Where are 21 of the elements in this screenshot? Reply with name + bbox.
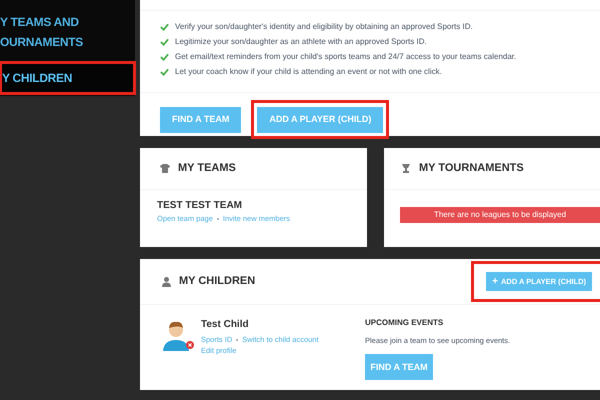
person-icon <box>162 276 171 286</box>
benefit-text: Verify your son/daughter's identity and eligibility by obtaining an approved Sports ID. <box>175 21 473 34</box>
avatar-icon <box>160 319 192 351</box>
find-team-button[interactable]: FIND A TEAM <box>365 354 433 380</box>
sidebar-item[interactable]: Y CHILDREN <box>2 64 133 92</box>
trophy-icon <box>401 164 411 174</box>
card-title: MY TOURNAMENTS <box>419 161 524 176</box>
child-name: Test Child <box>201 318 250 332</box>
benefit-text: Get email/text reminders from your child's sports teams and 24/7 access to your teams calendar. <box>175 51 516 64</box>
section-title: UPCOMING EVENTS <box>365 317 444 329</box>
team-name: TEST TEST TEAM <box>157 199 243 213</box>
action-button[interactable]: ADD A PLAYER (CHILD) <box>257 107 384 133</box>
jersey-icon <box>160 164 170 173</box>
card-title: MY TEAMS <box>178 161 236 176</box>
benefit-text: Let your coach know if your child is attending an event or not with one click. <box>175 66 442 78</box>
benefit-text: Legitimize your son/daughter as an athlete with an approved Sports ID. <box>175 36 427 48</box>
card-title: MY CHILDREN <box>179 274 256 290</box>
action-button[interactable]: FIND A TEAM <box>160 107 242 133</box>
remove-icon[interactable] <box>186 341 194 349</box>
empty-alert: There are no leagues to be displayed <box>400 207 600 223</box>
sidebar-item[interactable]: Y TEAMS AND OURNAMENTS <box>0 8 135 56</box>
